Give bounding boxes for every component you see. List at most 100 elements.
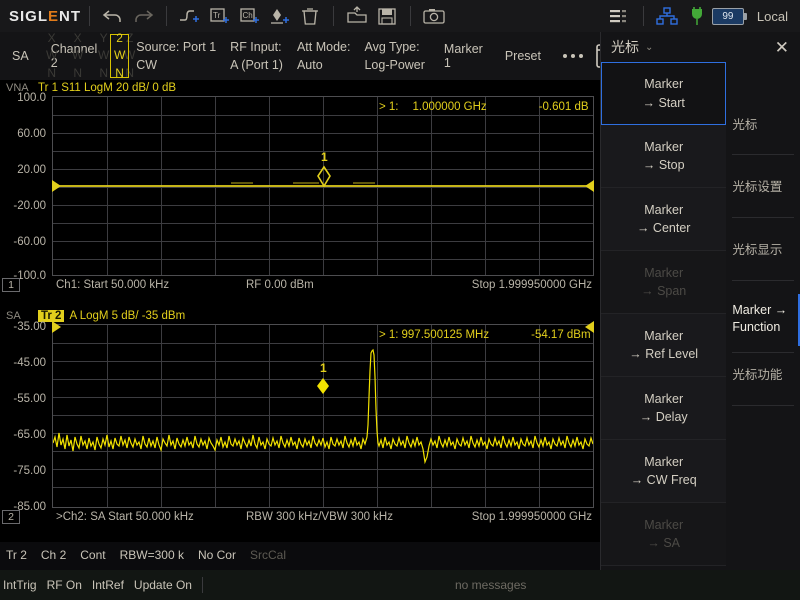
menu-item-marker-span: Marker → Span bbox=[601, 251, 726, 314]
menu-item-line2: → CW Freq bbox=[631, 471, 697, 489]
category-marker-function[interactable]: Marker → Function bbox=[732, 302, 800, 336]
vna-ytick: 60.00 bbox=[17, 128, 46, 140]
vna-trace-title: Tr 1 S11 LogM 20 dB/ 0 dB bbox=[38, 82, 176, 94]
vna-trace-header[interactable]: VNA Tr 1 S11 LogM 20 dB/ 0 dB bbox=[0, 80, 600, 96]
sa-trace-header[interactable]: SA Tr 2 A LogM 5 dB/ -35 dBm bbox=[0, 308, 600, 324]
settings-bar: SA Channel 2 XWN XWN YWN ZWN 2 W N Sourc… bbox=[0, 32, 600, 80]
sa-start-label[interactable]: >Ch2: SA Start 50.000 kHz bbox=[56, 511, 194, 523]
vna-graph[interactable]: > 1: 1.000000 GHz -0.601 dB 1 bbox=[52, 96, 594, 276]
add-trace-step-icon[interactable] bbox=[175, 3, 205, 29]
sa-marker-diamond-icon[interactable] bbox=[314, 376, 332, 396]
menu-item-marker-delay[interactable]: Marker → Delay bbox=[601, 377, 726, 440]
menu-item-line1: Marker bbox=[644, 327, 683, 345]
add-trace-icon[interactable]: Tr bbox=[205, 3, 235, 29]
channel-selector[interactable]: Channel 2 XWN XWN YWN ZWN 2 W N bbox=[39, 32, 130, 80]
rf-input-value: A (Port 1) bbox=[230, 56, 283, 74]
rf-input-setting[interactable]: RF Input: A (Port 1) bbox=[223, 32, 290, 80]
plug-icon[interactable] bbox=[682, 3, 712, 29]
menu-item-marker-sa: Marker → SA bbox=[601, 503, 726, 566]
sa-pane: SA Tr 2 A LogM 5 dB/ -35 dBm -35.00 -45.… bbox=[0, 308, 600, 524]
redo-icon[interactable] bbox=[128, 3, 158, 29]
menu-item-marker-stop[interactable]: Marker → Stop bbox=[601, 125, 726, 188]
sa-marker-label: 1 bbox=[320, 361, 327, 375]
menu-item-line1: Marker bbox=[644, 516, 683, 534]
marker-button[interactable]: Marker 1 bbox=[432, 32, 493, 80]
sa-y-axis: -35.00 -45.00 -55.00 -65.00 -75.00 -85.0… bbox=[0, 324, 50, 508]
active-system-label: SA bbox=[0, 32, 39, 80]
status-rbw[interactable]: RBW=300 k bbox=[120, 548, 184, 562]
menu-item-marker-cw-freq[interactable]: Marker → CW Freq bbox=[601, 440, 726, 503]
toolbar-divider bbox=[643, 6, 644, 26]
close-icon[interactable]: ✕ bbox=[772, 39, 792, 56]
sa-ytick: -35.00 bbox=[13, 321, 46, 333]
menu-item-line2: → Delay bbox=[640, 408, 688, 426]
screenshot-icon[interactable] bbox=[419, 3, 449, 29]
sa-ref-marker-left bbox=[52, 321, 61, 333]
vna-ytick: 100.0 bbox=[17, 92, 46, 104]
rf-input-title: RF Input: bbox=[230, 38, 283, 56]
chevron-down-icon[interactable]: ⌄ bbox=[645, 42, 653, 53]
preset-button[interactable]: Preset bbox=[493, 32, 551, 80]
att-mode-setting[interactable]: Att Mode: Auto bbox=[290, 32, 358, 80]
sa-graph[interactable]: > 1: 997.500125 MHz -54.17 dBm 1 bbox=[52, 324, 594, 508]
source-setting[interactable]: Source: Port 1 CW bbox=[129, 32, 223, 80]
undo-icon[interactable] bbox=[98, 3, 128, 29]
status-trigger[interactable]: IntTrig bbox=[3, 578, 37, 592]
delete-icon[interactable] bbox=[295, 3, 325, 29]
add-channel-icon[interactable]: Ch bbox=[235, 3, 265, 29]
sa-channel-number[interactable]: 2 bbox=[2, 510, 20, 524]
menu-item-line2: → Start bbox=[643, 94, 685, 112]
menu-item-line1: Marker bbox=[644, 390, 683, 408]
status-ref[interactable]: IntRef bbox=[92, 578, 124, 592]
category-marker-display[interactable]: 光标显示 bbox=[732, 242, 800, 259]
menu-item-marker-start[interactable]: Marker → Start bbox=[601, 62, 726, 125]
sa-ref-marker-right bbox=[585, 321, 594, 333]
vna-ytick: -60.00 bbox=[13, 236, 46, 248]
network-icon[interactable] bbox=[652, 3, 682, 29]
status-trace[interactable]: Tr 2 bbox=[6, 548, 27, 562]
channel-box-line2: W bbox=[114, 47, 125, 64]
status-sweep-mode[interactable]: Cont bbox=[80, 548, 105, 562]
sa-ytick: -65.00 bbox=[13, 429, 46, 441]
avg-type-title: Avg Type: bbox=[364, 38, 424, 56]
save-icon[interactable] bbox=[372, 3, 402, 29]
list-menu-icon[interactable] bbox=[605, 3, 635, 29]
svg-text:Tr: Tr bbox=[213, 11, 221, 20]
vna-start-label[interactable]: Ch1: Start 50.000 kHz bbox=[56, 279, 169, 291]
vna-power-label[interactable]: RF 0.00 dBm bbox=[246, 279, 314, 291]
channel-active-box[interactable]: 2 W N bbox=[110, 34, 129, 78]
avg-type-setting[interactable]: Avg Type: Log-Power bbox=[357, 32, 431, 80]
add-marker-icon[interactable] bbox=[265, 3, 295, 29]
channel-label: Channel 2 bbox=[39, 42, 110, 70]
category-marker-setup[interactable]: 光标设置 bbox=[732, 179, 800, 196]
more-options-button[interactable] bbox=[551, 32, 595, 80]
status-correction[interactable]: No Cor bbox=[198, 548, 236, 562]
battery-indicator: 99 bbox=[712, 8, 744, 25]
sa-ytick: -55.00 bbox=[13, 393, 46, 405]
sa-stop-label[interactable]: Stop 1.999950000 GHz bbox=[472, 511, 592, 523]
sa-bandwidth-label[interactable]: RBW 300 kHz/VBW 300 kHz bbox=[246, 511, 393, 523]
category-marker-functions-cn[interactable]: 光标功能 bbox=[732, 367, 800, 384]
menu-item-line2: → SA bbox=[647, 534, 680, 552]
menu-item-line1: Marker bbox=[644, 453, 683, 471]
bottom-status-divider bbox=[202, 577, 203, 593]
menu-item-line2: → Stop bbox=[643, 156, 685, 174]
local-mode-label[interactable]: Local bbox=[757, 9, 788, 24]
vna-marker-diamond-icon[interactable] bbox=[315, 165, 333, 191]
category-marker[interactable]: 光标 bbox=[732, 117, 800, 134]
status-rf[interactable]: RF On bbox=[47, 578, 82, 592]
menu-item-marker-ref-level[interactable]: Marker → Ref Level bbox=[601, 314, 726, 377]
vna-stop-label[interactable]: Stop 1.999950000 GHz bbox=[472, 279, 592, 291]
menu-item-marker-center[interactable]: Marker → Center bbox=[601, 188, 726, 251]
open-icon[interactable] bbox=[342, 3, 372, 29]
vna-marker-label: 1 bbox=[321, 150, 328, 164]
top-toolbar: SIGLENT Tr Ch bbox=[0, 0, 800, 32]
source-setting-title: Source: Port 1 bbox=[136, 38, 216, 56]
status-channel[interactable]: Ch 2 bbox=[41, 548, 66, 562]
status-srccal[interactable]: SrcCal bbox=[250, 548, 286, 562]
vna-channel-number[interactable]: 1 bbox=[2, 278, 20, 292]
menu-item-line2: → Center bbox=[637, 219, 691, 237]
status-update[interactable]: Update On bbox=[134, 578, 192, 592]
right-panel-category-list: 光标 光标设置 光标显示 Marker → Function 光标功能 bbox=[726, 62, 800, 570]
right-panel-title[interactable]: 光标 bbox=[611, 37, 639, 57]
